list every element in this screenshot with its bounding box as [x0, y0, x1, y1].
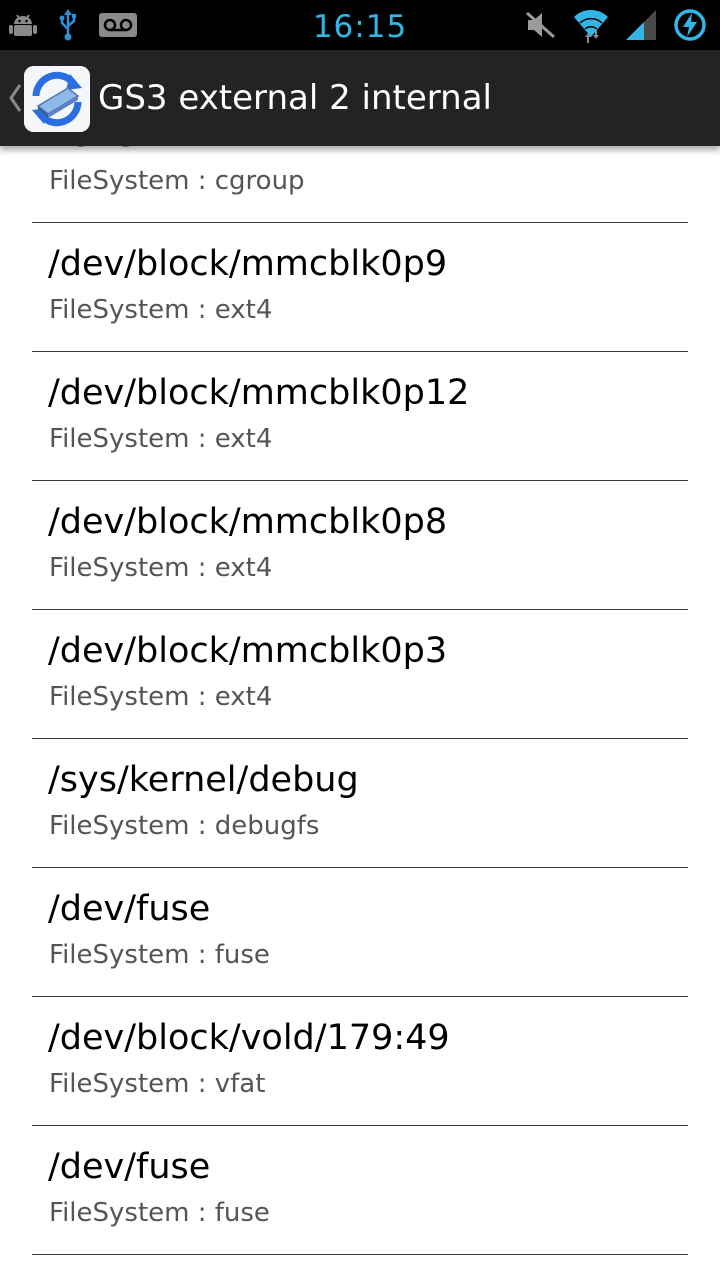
- mount-device: /sys/kernel/debug: [48, 760, 359, 800]
- mount-device: /dev/block/mmcblk0p12: [48, 373, 470, 413]
- muted-icon: [524, 9, 558, 41]
- list-item[interactable]: /dev/block/mmcblk0p3 FileSystem : ext4: [0, 610, 720, 739]
- list-item[interactable]: none FileSystem : cgroup: [0, 146, 720, 223]
- mount-filesystem: FileSystem : ext4: [49, 682, 273, 712]
- mount-list[interactable]: none FileSystem : cgroup /dev/block/mmcb…: [0, 146, 720, 1280]
- mount-filesystem: FileSystem : ext4: [49, 424, 273, 454]
- list-item[interactable]: /dev/fuse FileSystem : fuse: [0, 1126, 720, 1255]
- app-logo-icon[interactable]: [24, 66, 90, 132]
- divider: [32, 1254, 688, 1255]
- mount-filesystem: FileSystem : cgroup: [49, 166, 305, 196]
- status-system-icons: [524, 4, 708, 46]
- app-title: GS3 external 2 internal: [98, 78, 492, 118]
- battery-charging-icon: [672, 7, 708, 43]
- mount-device: none: [48, 146, 135, 156]
- list-item[interactable]: /sys/kernel/debug FileSystem : debugfs: [0, 739, 720, 868]
- wifi-icon: [572, 5, 610, 45]
- list-item[interactable]: /dev/block/mmcblk0p8 FileSystem : ext4: [0, 481, 720, 610]
- mount-filesystem: FileSystem : debugfs: [49, 811, 320, 841]
- status-bar: 16:15: [0, 0, 720, 50]
- mount-filesystem: FileSystem : vfat: [49, 1069, 266, 1099]
- mount-device: /dev/fuse: [48, 1147, 211, 1187]
- signal-icon: [624, 8, 658, 42]
- list-item[interactable]: /dev/block/mmcblk0p9 FileSystem : ext4: [0, 223, 720, 352]
- mount-filesystem: FileSystem : fuse: [49, 940, 270, 970]
- mount-list-content: none FileSystem : cgroup /dev/block/mmcb…: [0, 146, 720, 1255]
- back-chevron-icon[interactable]: [7, 82, 23, 114]
- list-item[interactable]: /dev/block/mmcblk0p12 FileSystem : ext4: [0, 352, 720, 481]
- mount-device: /dev/block/mmcblk0p8: [48, 502, 448, 542]
- mount-device: /dev/block/mmcblk0p3: [48, 631, 448, 671]
- mount-device: /dev/fuse: [48, 889, 211, 929]
- mount-filesystem: FileSystem : ext4: [49, 553, 273, 583]
- mount-device: /dev/block/vold/179:49: [48, 1018, 450, 1058]
- list-item[interactable]: /dev/block/vold/179:49 FileSystem : vfat: [0, 997, 720, 1126]
- mount-filesystem: FileSystem : fuse: [49, 1198, 270, 1228]
- action-bar: GS3 external 2 internal: [0, 50, 720, 146]
- mount-filesystem: FileSystem : ext4: [49, 295, 273, 325]
- list-item[interactable]: /dev/fuse FileSystem : fuse: [0, 868, 720, 997]
- mount-device: /dev/block/mmcblk0p9: [48, 244, 448, 284]
